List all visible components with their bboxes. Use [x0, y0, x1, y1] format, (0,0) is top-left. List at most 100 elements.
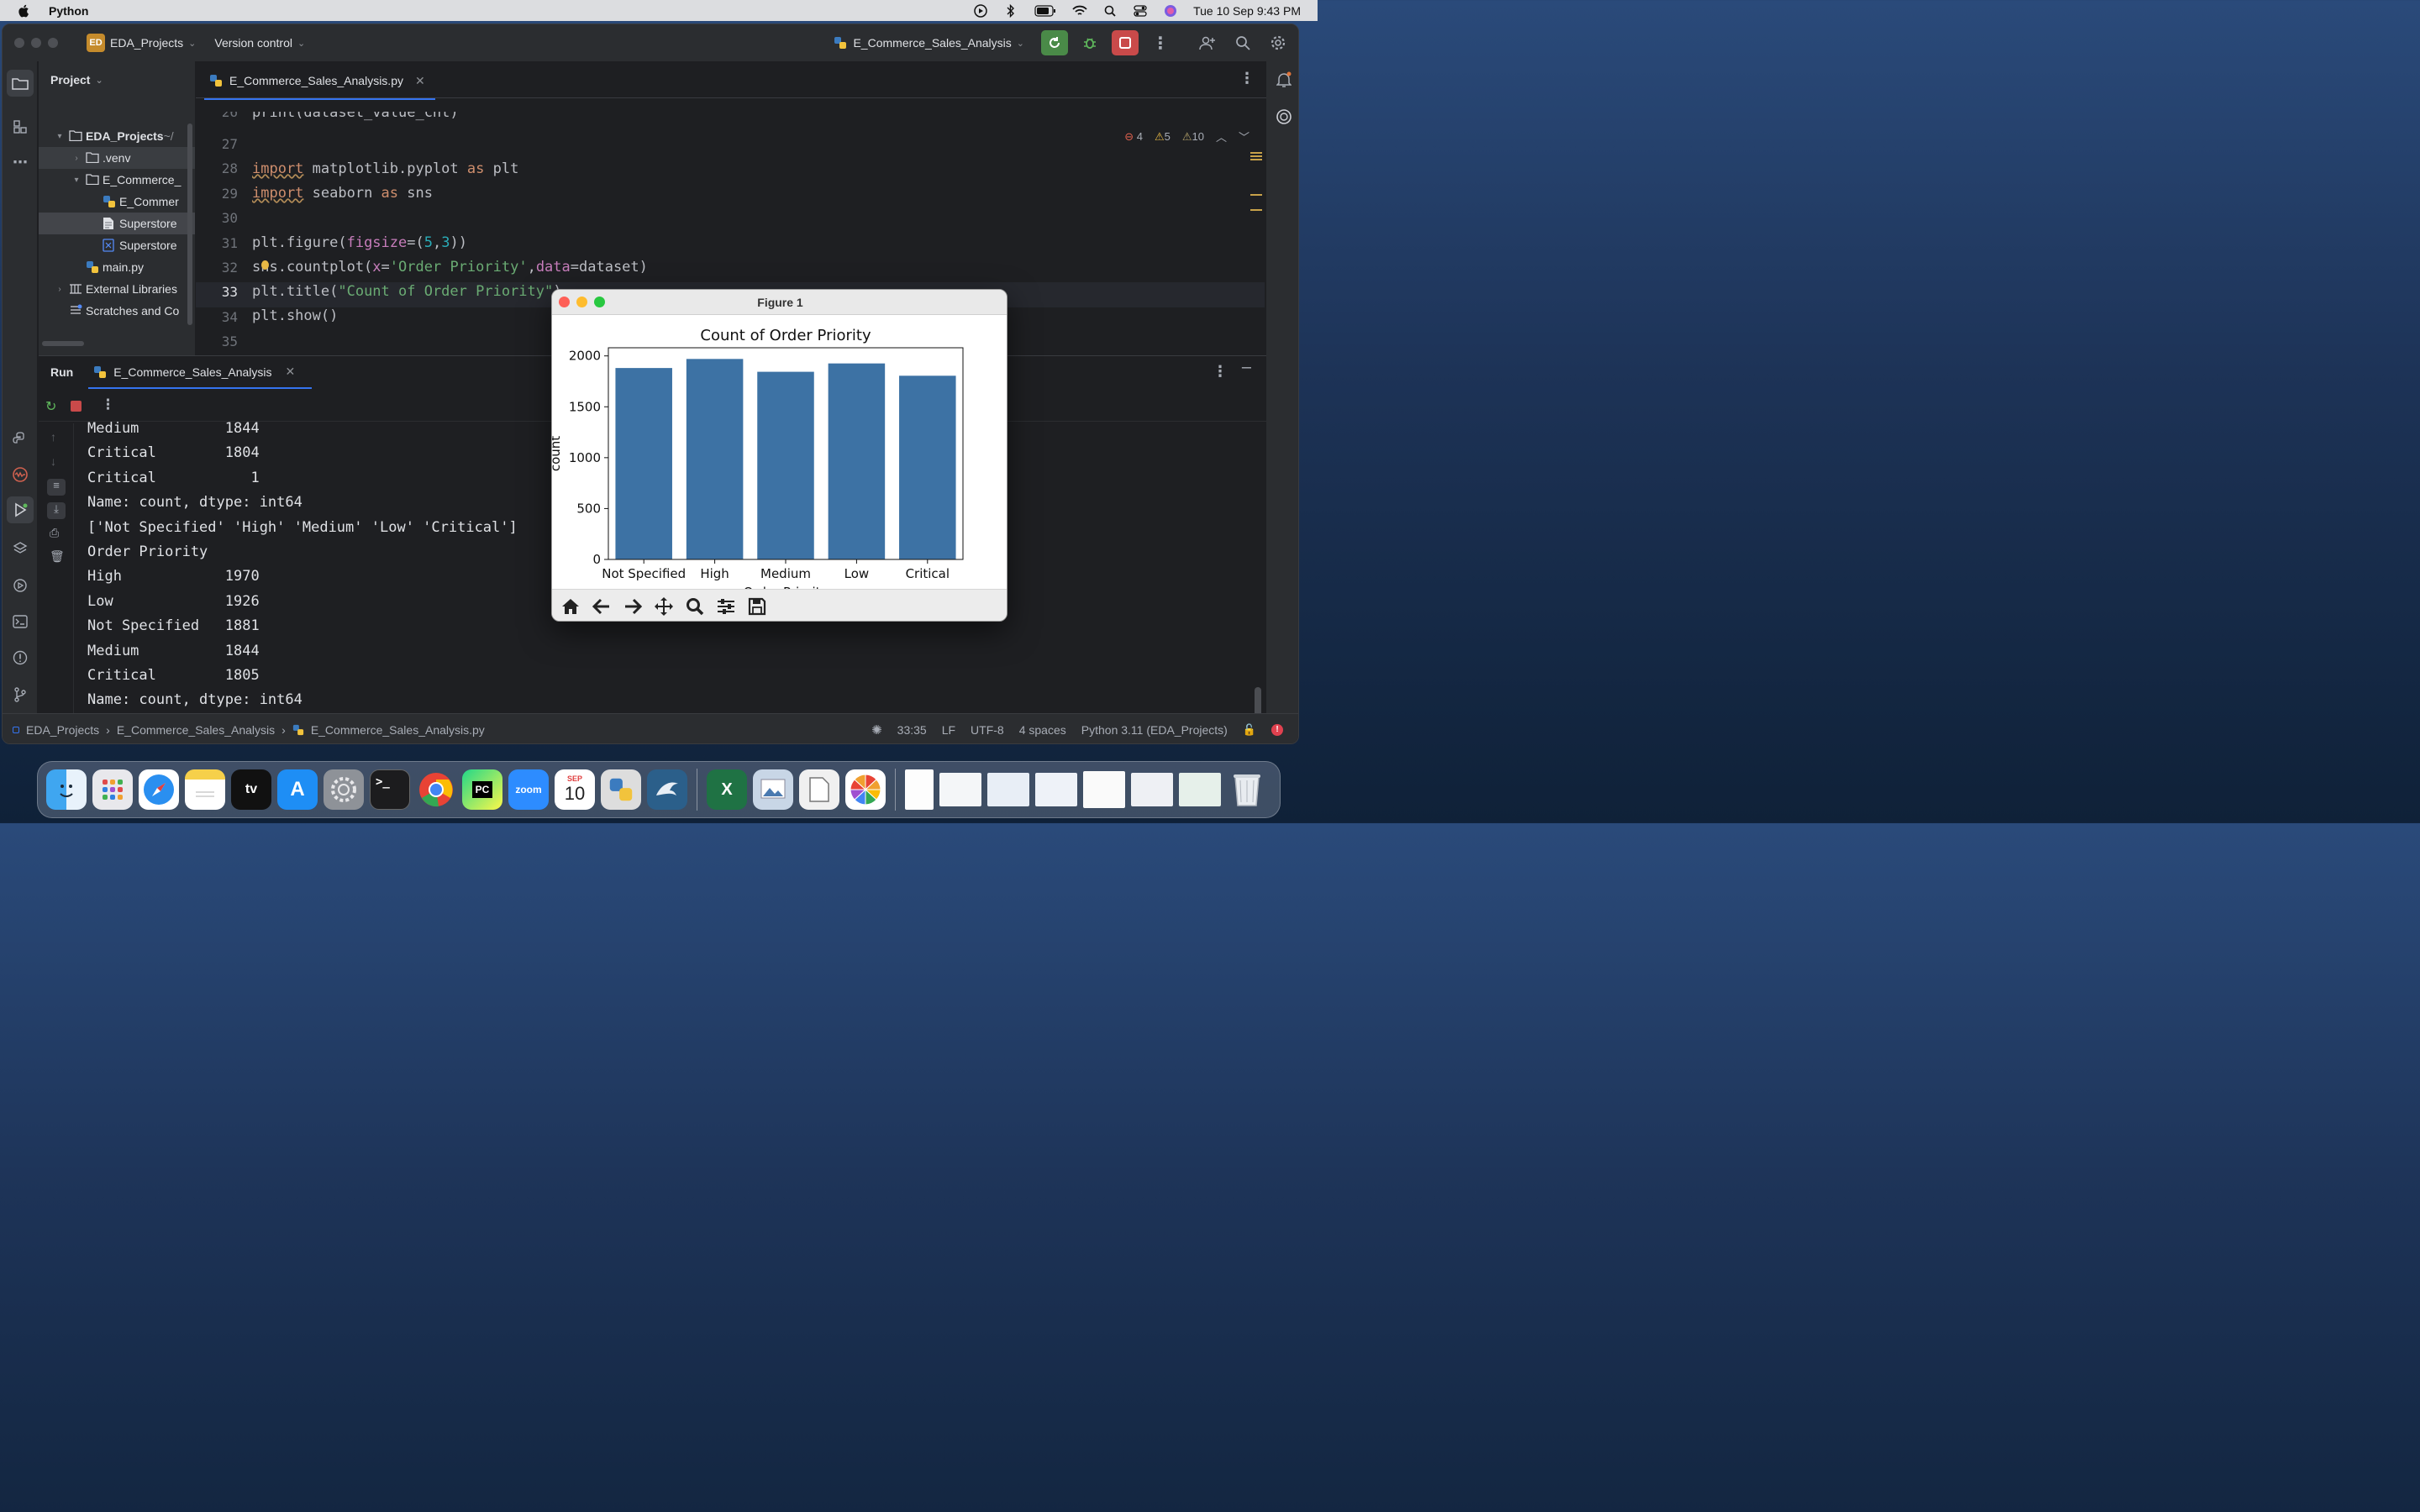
code-line-31[interactable]: plt.figure(figsize=(5,3)): [252, 234, 467, 251]
file-encoding[interactable]: UTF-8: [971, 723, 1004, 737]
scroll-up-icon[interactable]: ↑: [50, 430, 56, 444]
apple-menu-icon[interactable]: [17, 3, 32, 18]
save-figure-button[interactable]: [742, 592, 771, 621]
stop-icon[interactable]: [71, 401, 82, 412]
line-number[interactable]: 33: [196, 284, 238, 300]
run-tool-button[interactable]: [7, 496, 34, 523]
print-icon[interactable]: ⎙: [50, 526, 59, 540]
app-store-app[interactable]: A: [277, 769, 318, 810]
line-number[interactable]: 29: [196, 186, 238, 202]
recent-document-4[interactable]: [1035, 773, 1077, 806]
figure-zoom-button[interactable]: [594, 297, 605, 307]
tree-item[interactable]: Superstore: [39, 234, 195, 256]
close-tab-icon[interactable]: ✕: [415, 74, 425, 88]
git-tool-button[interactable]: [10, 685, 30, 705]
configure-subplots-button[interactable]: [711, 592, 740, 621]
tree-item[interactable]: Scratches and Co: [39, 300, 195, 322]
scroll-to-end-icon[interactable]: ⤓: [47, 502, 66, 519]
project-view-selector[interactable]: Project ⌄: [50, 73, 103, 87]
zoom-button[interactable]: [680, 592, 709, 621]
textedit-app[interactable]: [799, 769, 839, 810]
rerun-icon[interactable]: ↻: [45, 398, 56, 415]
code-line-34[interactable]: plt.show(): [252, 307, 338, 324]
mysql-workbench-app[interactable]: [647, 769, 687, 810]
code-line-26[interactable]: print(dataset_value_cnt): [252, 112, 459, 122]
pinwheel-app[interactable]: [845, 769, 886, 810]
minimize-panel-button[interactable]: –: [1242, 358, 1251, 377]
debug-button[interactable]: [1076, 30, 1103, 55]
trash-app[interactable]: [1227, 769, 1267, 810]
soft-wrap-icon[interactable]: ≡: [47, 479, 66, 496]
expand-toggle-icon[interactable]: ▾: [54, 132, 66, 141]
code-line-28[interactable]: import matplotlib.pyplot as plt: [252, 160, 518, 177]
play-status-icon[interactable]: [973, 3, 988, 18]
editor-options-button[interactable]: ⋮: [1239, 70, 1255, 87]
more-actions-button[interactable]: ⋮: [1147, 30, 1174, 55]
pycharm-app[interactable]: PC: [462, 769, 502, 810]
home-button[interactable]: [555, 592, 585, 621]
run-tab-e-commerce[interactable]: E_Commerce_Sales_Analysis ✕: [88, 365, 313, 389]
structure-tool-button[interactable]: [10, 117, 30, 137]
notifications-button[interactable]: [1274, 70, 1294, 90]
safari-app[interactable]: [139, 769, 179, 810]
forward-button[interactable]: [618, 592, 647, 621]
project-tool-button[interactable]: [7, 70, 34, 97]
line-number[interactable]: 32: [196, 260, 238, 276]
services-tool-button[interactable]: [10, 575, 30, 596]
line-number[interactable]: 35: [196, 333, 238, 349]
system-settings-app[interactable]: [324, 769, 364, 810]
next-problem-icon[interactable]: ﹀: [1239, 129, 1249, 144]
inspection-widget[interactable]: ⊖ 4 ⚠5 ⚠10 ︿ ﹀: [1124, 129, 1249, 144]
close-tab-icon[interactable]: ✕: [286, 365, 296, 379]
control-center-icon[interactable]: [1133, 4, 1148, 18]
horizontal-scrollbar[interactable]: [42, 341, 84, 346]
tree-item[interactable]: › .venv: [39, 147, 195, 169]
python-interpreter[interactable]: Python 3.11 (EDA_Projects): [1081, 723, 1228, 737]
minimize-window-button[interactable]: [31, 38, 41, 48]
line-number[interactable]: 34: [196, 309, 238, 325]
ai-assistant-button[interactable]: [1274, 107, 1294, 127]
apple-tv-app[interactable]: tv: [231, 769, 271, 810]
intention-bulb-icon[interactable]: [261, 260, 269, 270]
python-packages-button[interactable]: [10, 428, 30, 449]
close-window-button[interactable]: [14, 38, 24, 48]
scroll-down-icon[interactable]: ↓: [50, 454, 56, 468]
bluetooth-icon[interactable]: [1003, 3, 1018, 18]
notes-app[interactable]: [185, 769, 225, 810]
python-launcher-app[interactable]: [601, 769, 641, 810]
settings-button[interactable]: [1265, 30, 1292, 55]
breadcrumb-folder[interactable]: E_Commerce_Sales_Analysis: [117, 723, 275, 737]
finder-app[interactable]: [46, 769, 87, 810]
lock-icon[interactable]: 🔓: [1243, 723, 1256, 737]
expand-toggle-icon[interactable]: ▾: [71, 176, 82, 185]
siri-icon[interactable]: [1163, 4, 1178, 18]
pan-button[interactable]: [649, 592, 678, 621]
tree-item[interactable]: › External Libraries: [39, 278, 195, 300]
zoom-window-button[interactable]: [48, 38, 58, 48]
indent-setting[interactable]: 4 spaces: [1019, 723, 1066, 737]
tree-item[interactable]: ▾ E_Commerce_: [39, 169, 195, 191]
clear-console-icon[interactable]: 🗑: [50, 549, 65, 564]
figure-minimize-button[interactable]: [576, 297, 587, 307]
project-switcher[interactable]: ED EDA_Projects ⌄: [87, 34, 196, 52]
line-number[interactable]: 26: [196, 112, 238, 122]
previous-problem-icon[interactable]: ︿: [1216, 129, 1227, 144]
line-number[interactable]: 28: [196, 160, 238, 176]
code-with-me-button[interactable]: [1194, 30, 1221, 55]
search-everywhere-button[interactable]: [1229, 30, 1256, 55]
chrome-app[interactable]: [416, 769, 456, 810]
vertical-scrollbar[interactable]: [187, 123, 192, 325]
error-indicator-icon[interactable]: !: [1271, 723, 1283, 736]
expand-toggle-icon[interactable]: ›: [54, 285, 66, 294]
error-stripe-marker[interactable]: [1250, 152, 1262, 154]
tree-item[interactable]: Superstore: [39, 213, 195, 234]
excel-app[interactable]: X: [707, 769, 747, 810]
terminal-tool-button[interactable]: [10, 612, 30, 632]
menubar-datetime[interactable]: Tue 10 Sep 9:43 PM: [1193, 4, 1301, 18]
rerun-button[interactable]: [1041, 30, 1068, 55]
more-tools-button[interactable]: ⋯: [10, 152, 30, 172]
preview-app[interactable]: [753, 769, 793, 810]
code-line-33[interactable]: plt.title("Count of Order Priority"): [252, 283, 561, 300]
launchpad-app[interactable]: [92, 769, 133, 810]
caret-position[interactable]: 33:35: [897, 723, 927, 737]
